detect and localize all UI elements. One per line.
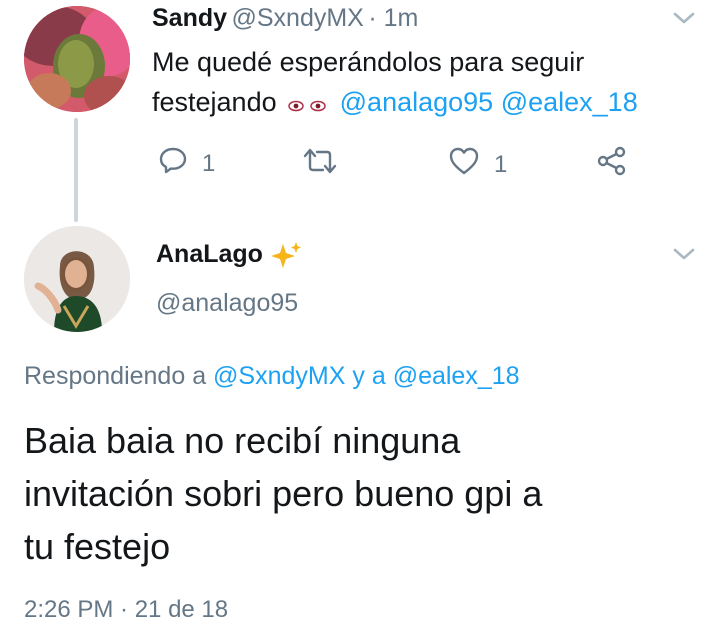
timestamp[interactable]: · 1m <box>368 4 418 32</box>
chevron-down-icon[interactable] <box>672 10 696 31</box>
avatar-image <box>24 6 130 112</box>
avatar[interactable] <box>24 6 130 112</box>
mention-link[interactable]: @SxndyMX <box>213 362 345 390</box>
mention-link[interactable]: @analago95 <box>340 87 494 117</box>
display-name[interactable]: Sandy <box>152 4 227 32</box>
tweet-text-line: invitación sobri pero bueno gpi a <box>24 473 543 514</box>
retweet-icon <box>302 147 338 182</box>
tweet-text-line: festejando @analago95 @ealex_18 <box>152 82 692 124</box>
like-button[interactable]: 1 <box>448 146 507 183</box>
heart-icon <box>448 146 480 183</box>
reply-button[interactable]: 1 <box>158 145 215 182</box>
reply-icon <box>158 145 188 182</box>
retweet-button[interactable] <box>302 147 338 182</box>
user-handle[interactable]: @SxndyMX <box>231 4 363 32</box>
display-name[interactable]: AnaLago <box>156 240 263 268</box>
share-button[interactable] <box>596 145 628 182</box>
reply-count: 1 <box>202 149 216 177</box>
replying-to: Respondiendo a @SxndyMX y a @ealex_18 <box>24 362 520 390</box>
replying-join[interactable]: y a <box>352 362 385 390</box>
mention-link[interactable]: @ealex_18 <box>501 87 638 117</box>
avatar-image <box>24 226 130 332</box>
eyes-emoji-icon <box>288 84 328 124</box>
tweet-text-line: Me quedé esperándolos para seguir <box>152 47 585 77</box>
chevron-down-icon[interactable] <box>672 246 696 267</box>
tweet-header: Sandy @SxndyMX · 1m <box>152 4 418 33</box>
tweet-text: Baia baia no recibí ninguna invitación s… <box>24 414 694 573</box>
share-icon <box>596 146 628 181</box>
mention-link[interactable]: @ealex_18 <box>393 362 520 390</box>
avatar[interactable] <box>24 226 130 332</box>
tweet-header: AnaLago <box>156 240 303 277</box>
like-count: 1 <box>494 150 508 178</box>
sparkles-emoji-icon <box>269 240 303 277</box>
user-handle[interactable]: @analago95 <box>156 289 298 318</box>
tweet-text-line: Baia baia no recibí ninguna <box>24 420 461 461</box>
tweet-text-line: tu festejo <box>24 526 171 567</box>
thread-connector-line <box>74 118 78 222</box>
tweet-text: Me quedé esperándolos para seguir festej… <box>152 42 692 124</box>
tweet-timestamp[interactable]: 2:26 PM · 21 de 18 <box>24 596 228 624</box>
